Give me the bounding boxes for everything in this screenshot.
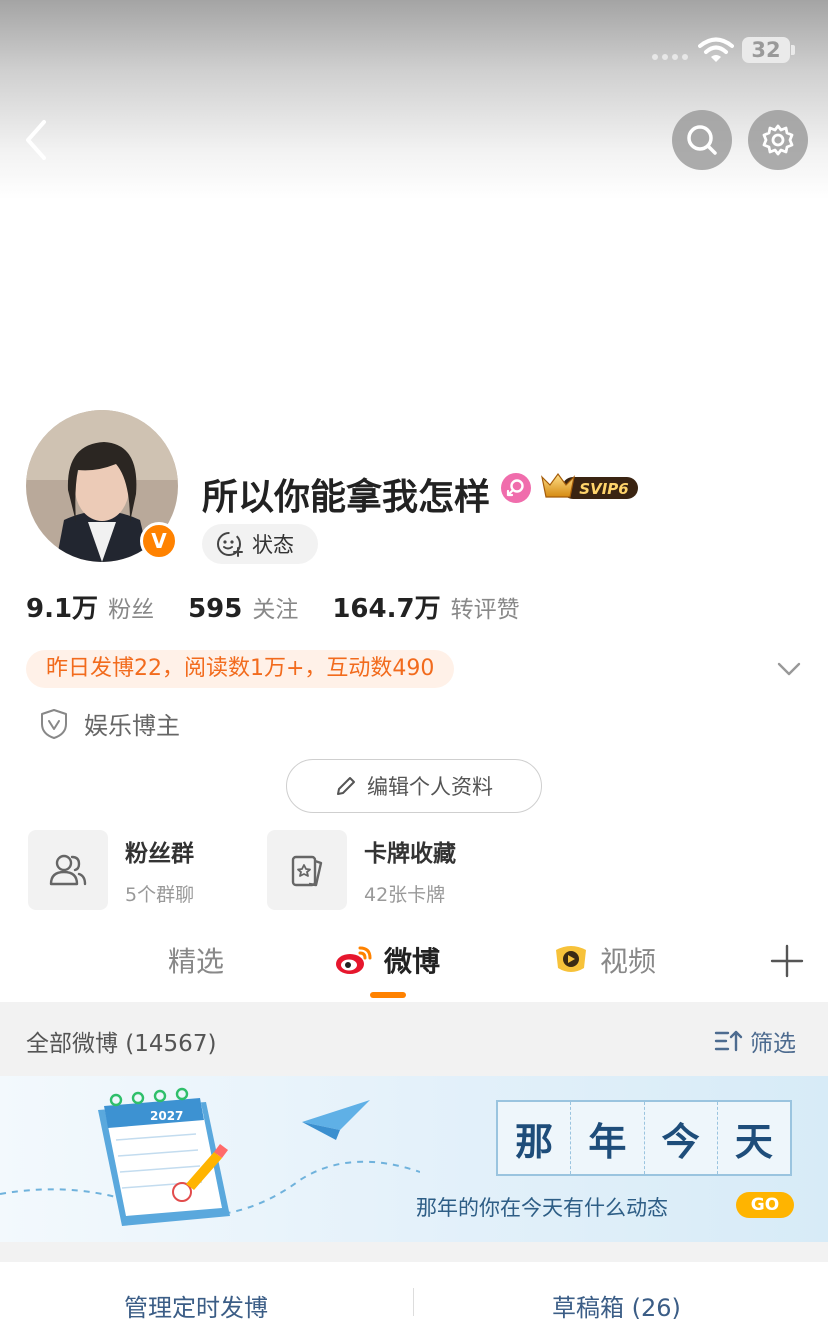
wifi-icon <box>698 37 734 62</box>
following-count[interactable]: 595 <box>188 594 242 624</box>
following-label[interactable]: 关注 <box>252 590 298 624</box>
category-label: 娱乐博主 <box>84 712 180 740</box>
shield-check-icon <box>41 708 67 739</box>
weibo-logo-icon <box>336 946 372 974</box>
scheduled-posts-button[interactable]: 管理定时发博 <box>124 1288 268 1323</box>
gear-icon <box>762 124 794 156</box>
pencil-icon <box>337 777 355 795</box>
tab-video[interactable]: 视频 <box>552 940 656 980</box>
edit-profile-button[interactable]: 编辑个人资料 <box>286 759 542 813</box>
card-collection-title: 卡牌收藏 <box>364 840 456 867</box>
fan-group-subtitle: 5个群聊 <box>125 883 195 906</box>
signal-icon <box>652 54 688 60</box>
edit-profile-label: 编辑个人资料 <box>367 775 493 799</box>
category-row: 娱乐博主 <box>40 706 180 741</box>
status-chip-label: 状态 <box>252 533 294 557</box>
tab-weibo-label: 微博 <box>384 945 441 978</box>
battery-tip <box>791 45 795 55</box>
svip-badge[interactable]: SVIP6 <box>540 471 640 503</box>
fan-group-title: 粉丝群 <box>125 840 194 867</box>
banner-title-char: 那 <box>498 1102 572 1174</box>
drafts-button[interactable]: 草稿箱 (26) <box>552 1288 681 1323</box>
interactions-label[interactable]: 转评赞 <box>451 590 520 624</box>
smiley-add-icon <box>217 532 243 557</box>
female-icon <box>501 473 531 503</box>
battery-icon: 32 <box>742 37 790 63</box>
followers-count[interactable]: 9.1万 <box>26 588 98 625</box>
filter-bar: 全部微博 (14567) 筛选 <box>0 1002 828 1076</box>
card-collection-icon-box <box>267 830 347 910</box>
username: 所以你能拿我怎样 <box>202 477 491 518</box>
status-bar: 32 <box>0 0 828 100</box>
filter-label: 筛选 <box>750 1031 796 1057</box>
tab-video-label: 视频 <box>600 945 657 978</box>
banner-title-grid: 那 年 今 天 <box>496 1100 792 1176</box>
tab-weibo[interactable]: 微博 <box>334 940 440 980</box>
calendar-illustration: 2027 <box>0 1087 420 1226</box>
active-tab-indicator <box>370 992 406 998</box>
go-button[interactable]: GO <box>736 1192 794 1218</box>
verified-badge: V <box>140 522 178 560</box>
interactions-count[interactable]: 164.7万 <box>332 588 440 625</box>
followers-label[interactable]: 粉丝 <box>108 590 154 624</box>
search-button[interactable] <box>672 110 732 170</box>
banner-title-char: 天 <box>734 1118 773 1164</box>
settings-button[interactable] <box>748 110 808 170</box>
chevron-down-icon[interactable] <box>776 656 802 682</box>
fan-group-card[interactable]: 粉丝群 5个群聊 <box>28 830 194 910</box>
filter-sort-icon <box>714 1030 743 1052</box>
fan-group-icon-box <box>28 830 108 910</box>
card-collection-card[interactable]: 卡牌收藏 42张卡牌 <box>267 830 456 910</box>
calendar-year: 2027 <box>150 1109 183 1123</box>
bottom-divider <box>413 1288 414 1316</box>
tab-featured-label: 精选 <box>168 945 225 978</box>
back-icon[interactable] <box>18 118 58 162</box>
card-collection-subtitle: 42张卡牌 <box>364 883 446 906</box>
bottom-action-bar: 管理定时发博 草稿箱 (26) <box>0 1262 828 1340</box>
all-posts-count: 全部微博 (14567) <box>26 1031 217 1057</box>
video-play-icon <box>556 946 586 972</box>
section-divider <box>0 1242 828 1262</box>
banner-subtitle: 那年的你在今天有什么动态 <box>416 1196 668 1220</box>
group-icon <box>49 854 87 886</box>
plus-icon[interactable] <box>770 944 804 978</box>
tab-featured[interactable]: 精选 <box>168 940 224 980</box>
banner-title-char: 年 <box>571 1102 645 1174</box>
on-this-day-banner[interactable]: 2027 那 年 今 天 那年的你在今天有什么动态 GO <box>0 1076 828 1242</box>
filter-button[interactable]: 筛选 <box>714 1024 796 1058</box>
svip-label: SVIP6 <box>579 480 628 498</box>
banner-title-char: 今 <box>645 1102 718 1174</box>
status-chip[interactable]: 状态 <box>202 524 318 564</box>
tab-bar: 精选 微博 视频 <box>0 930 828 1002</box>
search-icon <box>687 125 717 155</box>
activity-summary[interactable]: 昨日发博22，阅读数1万+，互动数490 <box>26 650 455 688</box>
stats-row: 9.1万 粉丝 595 关注 164.7万 转评赞 <box>26 588 554 625</box>
cards-icon <box>291 855 323 887</box>
